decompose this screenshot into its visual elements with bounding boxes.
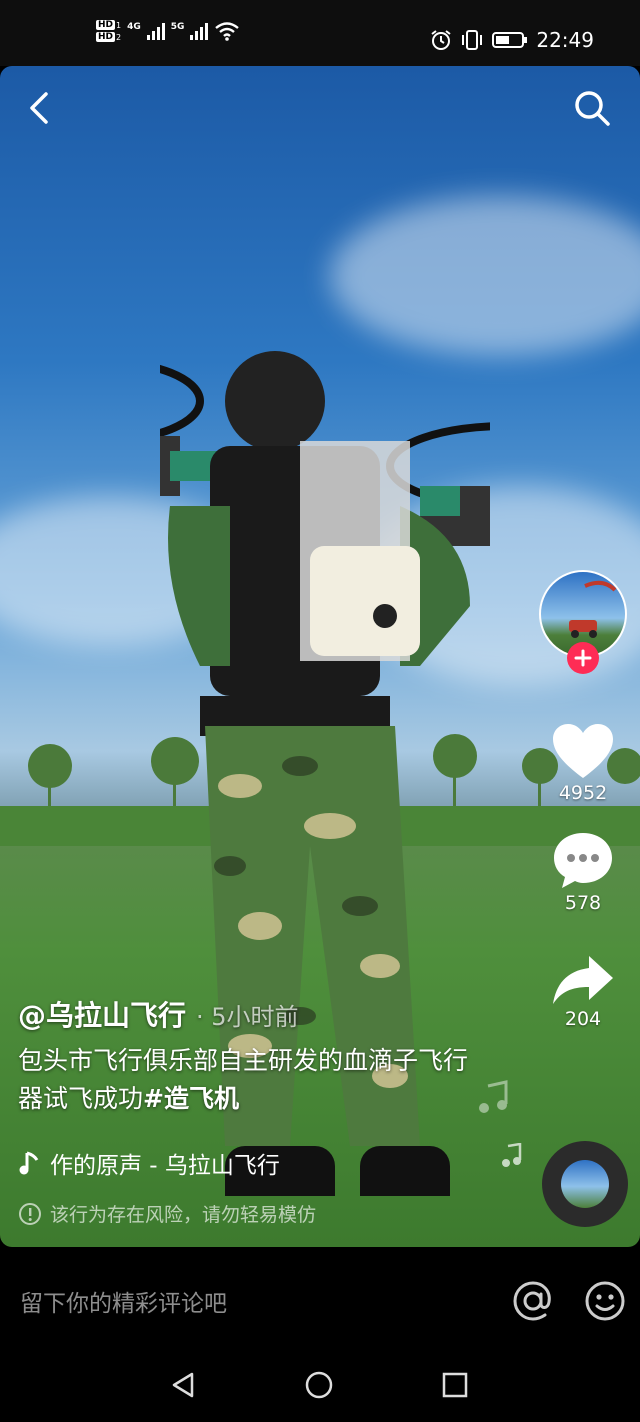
sim-indicators: HD 1 HD 2 [96, 20, 121, 42]
network-4g-label: 4G [127, 22, 141, 32]
action-column: 4952 578 204 [538, 570, 628, 1030]
follow-plus-icon [574, 649, 592, 667]
nav-home-button[interactable] [304, 1370, 334, 1404]
circle-home-icon [305, 1371, 333, 1399]
music-note-icon [19, 1151, 39, 1175]
follow-button[interactable] [567, 642, 599, 674]
post-time: · 5小时前 [196, 1003, 299, 1031]
music-disc[interactable] [542, 1141, 628, 1227]
search-icon [575, 91, 610, 126]
warning-text: 该行为存在风险，请勿轻易模仿 [50, 1204, 317, 1226]
wifi-icon [215, 22, 240, 41]
hd-badge-2: HD [96, 32, 116, 42]
at-button[interactable] [512, 1280, 554, 1326]
status-right: 22:49 [430, 28, 594, 52]
comment-bar: 留下你的精彩评论吧 [0, 1262, 640, 1342]
signal-icon [190, 23, 209, 40]
back-icon [30, 92, 48, 124]
system-nav-bar [0, 1350, 640, 1422]
music-info[interactable]: 作的原声 - 乌拉山飞行 [18, 1146, 280, 1180]
share-count: 204 [564, 1008, 602, 1030]
like-count: 4952 [558, 782, 608, 804]
warning-icon [19, 1202, 41, 1225]
sim-1-label: 1 [116, 20, 122, 30]
search-button[interactable] [570, 86, 614, 130]
comment-count: 578 [564, 892, 602, 914]
heart-icon [553, 724, 613, 778]
comment-icon [554, 833, 612, 888]
music-title: 作的原声 - 乌拉山飞行 [50, 1153, 280, 1179]
share-icon [553, 956, 613, 1004]
back-button[interactable] [18, 86, 62, 130]
hashtag-link[interactable]: #造飞机 [143, 1084, 239, 1113]
music-cover [561, 1160, 609, 1208]
music-note-icon [502, 1143, 522, 1167]
square-recents-icon [442, 1372, 468, 1398]
network-5g-label: 5G [170, 22, 185, 32]
hd-badge-1: HD [96, 20, 116, 30]
battery-icon [492, 32, 528, 48]
status-left: HD 1 HD 2 4G 5G [96, 20, 240, 42]
signal-icon [146, 23, 165, 40]
like-button[interactable]: 4952 [551, 722, 615, 804]
author-name[interactable]: @乌拉山飞行 [18, 994, 186, 1034]
comment-input[interactable]: 留下你的精彩评论吧 [20, 1284, 227, 1318]
video-description: 包头市飞行俱乐部自主研发的血滴子飞行器试飞成功#造飞机 [18, 1042, 478, 1118]
description-text: 包头市飞行俱乐部自主研发的血滴子飞行器试飞成功 [18, 1046, 469, 1113]
status-bar: HD 1 HD 2 4G 5G 22:49 [0, 0, 640, 66]
share-button[interactable]: 204 [551, 954, 615, 1030]
alarm-icon [431, 30, 451, 50]
emoji-button[interactable] [584, 1280, 626, 1326]
risk-warning: 该行为存在风险，请勿轻易模仿 [18, 1200, 316, 1227]
clock: 22:49 [536, 28, 594, 52]
video-caption: @乌拉山飞行 · 5小时前 包头市飞行俱乐部自主研发的血滴子飞行器试飞成功#造飞… [18, 994, 478, 1118]
music-note-icon [479, 1080, 508, 1113]
triangle-back-icon [172, 1372, 194, 1398]
nav-recents-button[interactable] [440, 1370, 470, 1404]
emoji-icon [585, 1281, 625, 1321]
at-icon [513, 1281, 551, 1321]
comment-button[interactable]: 578 [551, 830, 615, 914]
vibrate-icon [462, 30, 483, 50]
sim-2-label: 2 [116, 32, 122, 42]
nav-back-button[interactable] [168, 1370, 198, 1404]
